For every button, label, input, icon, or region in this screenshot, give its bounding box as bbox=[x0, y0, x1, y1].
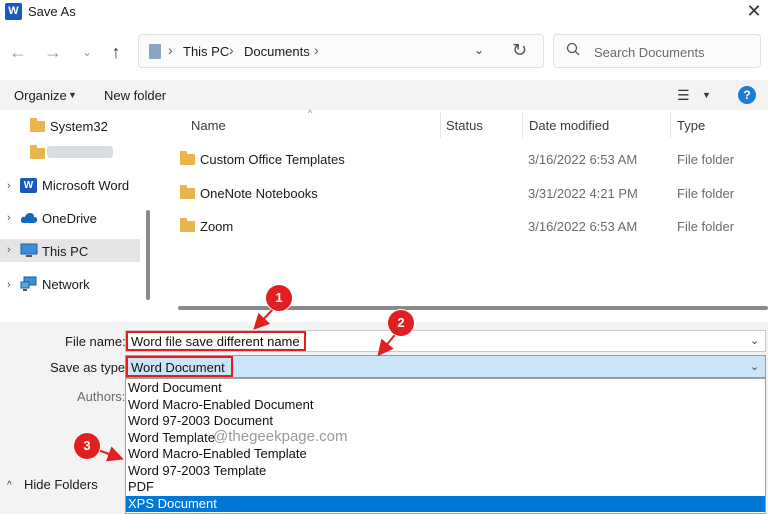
annotation-arrows bbox=[97, 305, 399, 462]
annotation-badge-2: 2 bbox=[388, 310, 414, 336]
annotation-badge-1: 1 bbox=[266, 285, 292, 311]
annotation-badge-3: 3 bbox=[74, 433, 100, 459]
annotation-arrow-3 bbox=[97, 446, 124, 462]
